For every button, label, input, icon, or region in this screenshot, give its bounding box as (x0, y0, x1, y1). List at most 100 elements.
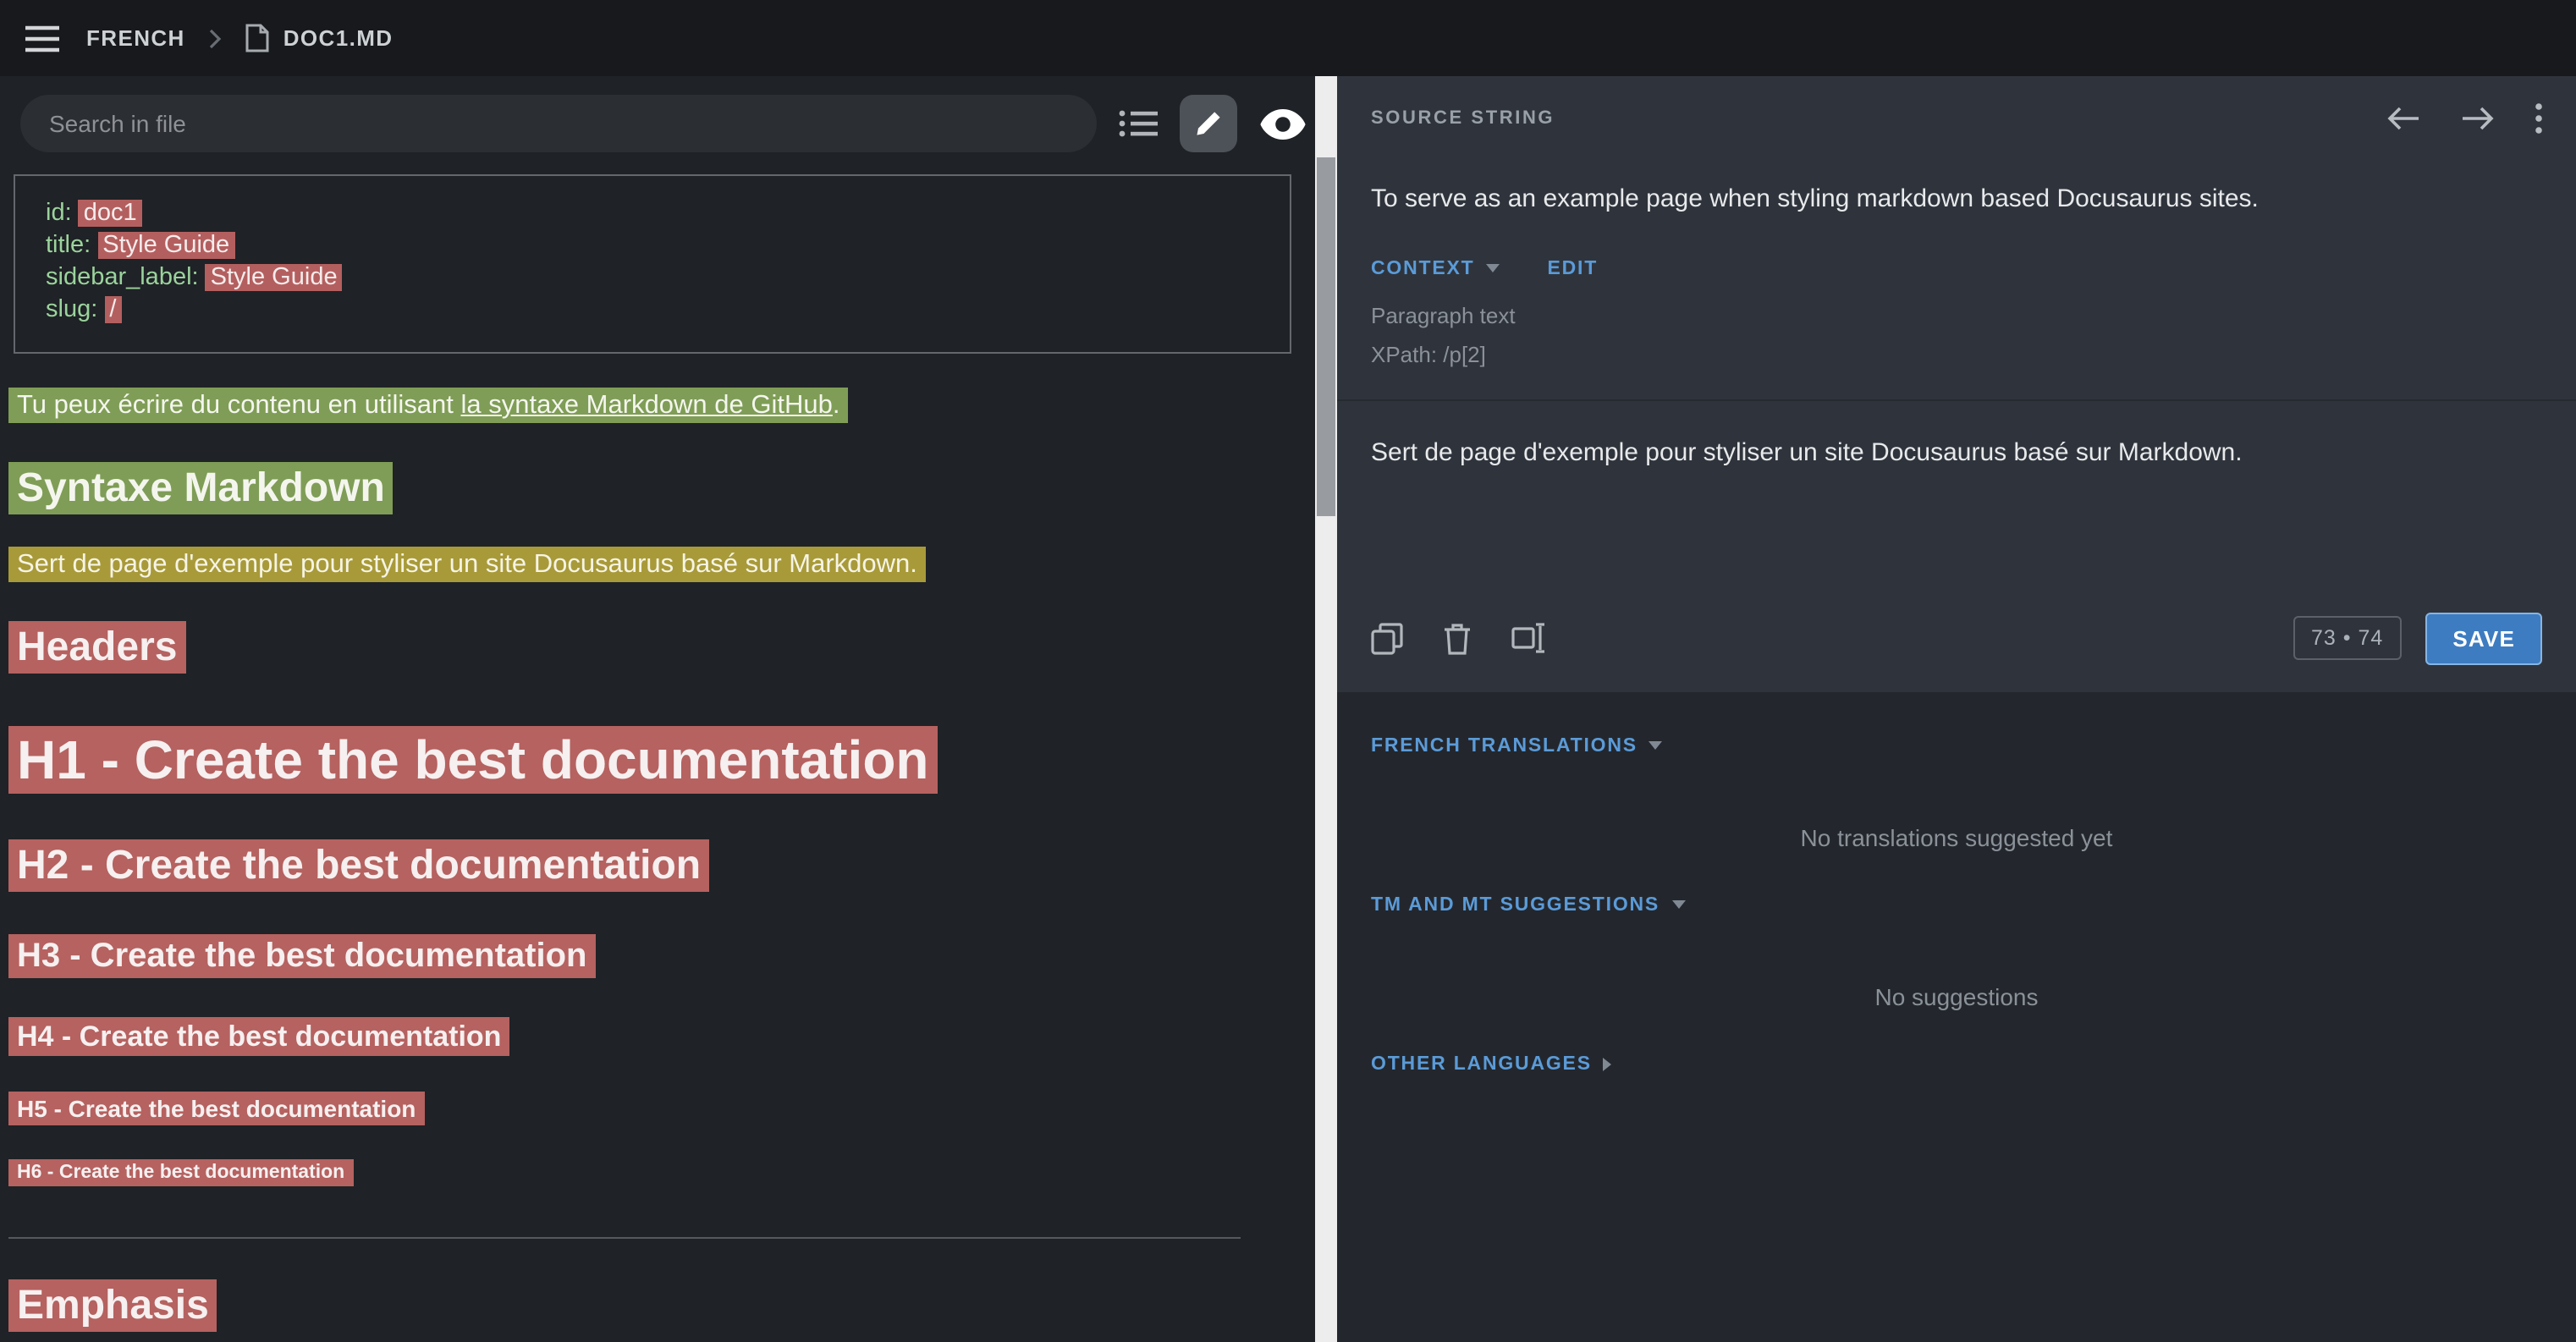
intro-paragraph: Tu peux écrire du contenu en utilisant l… (8, 391, 1286, 421)
trash-icon (1444, 623, 1471, 655)
translation-editor: Sert de page d'exemple pour styliser un … (1337, 399, 2576, 692)
previous-string-button[interactable] (2386, 107, 2420, 130)
string-highlight[interactable]: H4 - Create the best documentation (8, 1017, 509, 1056)
no-suggestions-message: No suggestions (1371, 983, 2542, 1010)
string-options-button[interactable] (2535, 103, 2542, 134)
french-translations-toggle[interactable]: FRENCH TRANSLATIONS (1371, 736, 1663, 756)
select-text-button[interactable] (1511, 624, 1545, 654)
list-icon (1119, 108, 1158, 139)
string-highlight[interactable]: Headers (8, 621, 185, 674)
frontmatter-block: id: doc1 title: Style Guide sidebar_labe… (14, 174, 1291, 354)
document-scrollbar[interactable] (1315, 76, 1337, 1342)
document-toolbar (0, 76, 1337, 169)
other-languages-header: OTHER LANGUAGES (1371, 1054, 2542, 1075)
clear-translation-button[interactable] (1444, 623, 1471, 655)
string-highlight[interactable]: H2 - Create the best documentation (8, 839, 709, 892)
header-sample-h5: H5 - Create the best documentation (8, 1095, 1286, 1122)
frontmatter-line: title: Style Guide (46, 230, 1259, 262)
scrollbar-thumb[interactable] (1317, 157, 1335, 516)
document-panel: id: doc1 title: Style Guide sidebar_labe… (0, 76, 1337, 1342)
breadcrumb-project[interactable]: FRENCH (86, 25, 185, 51)
next-string-button[interactable] (2461, 107, 2495, 130)
string-highlight[interactable]: Emphasis (8, 1279, 217, 1332)
main-area: id: doc1 title: Style Guide sidebar_labe… (0, 76, 2576, 1342)
save-button[interactable]: SAVE (2425, 613, 2542, 665)
pencil-icon (1195, 110, 1222, 137)
hamburger-menu-button[interactable] (25, 25, 59, 52)
edit-mode-button[interactable] (1180, 95, 1237, 152)
other-languages-toggle[interactable]: OTHER LANGUAGES (1371, 1054, 1612, 1075)
string-highlight[interactable]: H1 - Create the best documentation (8, 726, 938, 794)
string-highlight-active[interactable]: Sert de page d'exemple pour styliser un … (8, 547, 926, 582)
string-highlight[interactable]: H6 - Create the best documentation (8, 1159, 353, 1186)
header-sample-h3: H3 - Create the best documentation (8, 938, 1286, 976)
string-highlight[interactable]: doc1 (79, 200, 142, 227)
chevron-right-icon (1604, 1058, 1612, 1071)
string-highlight[interactable]: Style Guide (97, 232, 234, 259)
intro-text-end: . (833, 391, 840, 420)
markdown-preview: Tu peux écrire du contenu en utilisant l… (0, 391, 1337, 1342)
intro-text: Tu peux écrire du contenu en utilisant (17, 391, 460, 420)
markdown-link[interactable]: la syntaxe Markdown de GitHub (460, 391, 832, 420)
arrow-left-icon (2386, 107, 2420, 130)
chevron-down-icon (1649, 742, 1663, 751)
app-window: FRENCH DOC1.MD (0, 0, 2576, 1342)
context-xpath: XPath: /p[2] (1371, 342, 2542, 367)
editor-tools (1371, 623, 1545, 655)
header-sample-h4: H4 - Create the best documentation (8, 1020, 1286, 1054)
headers-heading: Headers (8, 624, 1286, 672)
french-translations-header: FRENCH TRANSLATIONS (1371, 736, 2542, 756)
string-highlight[interactable]: Syntaxe Markdown (8, 462, 394, 514)
arrow-right-icon (2461, 107, 2495, 130)
frontmatter-line: id: doc1 (46, 198, 1259, 230)
string-highlight[interactable]: H3 - Create the best documentation (8, 934, 595, 978)
syntax-heading: Syntaxe Markdown (8, 465, 1286, 513)
source-string-label: SOURCE STRING (1371, 108, 1555, 129)
context-row: CONTEXT EDIT (1371, 259, 2542, 279)
source-string-header: SOURCE STRING (1371, 76, 2542, 161)
source-string-section: SOURCE STRING To serve as an example (1337, 76, 2576, 692)
string-list-button[interactable] (1119, 108, 1158, 139)
chevron-down-icon (1487, 265, 1500, 273)
breadcrumb-file-label: DOC1.MD (283, 25, 394, 51)
copy-icon (1371, 623, 1403, 655)
tm-mt-header: TM AND MT SUGGESTIONS (1371, 895, 2542, 916)
yaml-key: title: (46, 232, 91, 259)
char-counter: 73 • 74 (2293, 617, 2402, 661)
editor-toolbar: 73 • 74 SAVE (1371, 602, 2542, 692)
suggestions-section: FRENCH TRANSLATIONS No translations sugg… (1337, 692, 2576, 1342)
french-translations-label: FRENCH TRANSLATIONS (1371, 736, 1638, 756)
other-languages-label: OTHER LANGUAGES (1371, 1054, 1592, 1075)
tm-mt-toggle[interactable]: TM AND MT SUGGESTIONS (1371, 895, 1685, 916)
header-sample-h2: H2 - Create the best documentation (8, 843, 1286, 890)
yaml-key: slug: (46, 296, 97, 323)
header-sample-h6: H6 - Create the best documentation (8, 1163, 1286, 1183)
string-nav-controls (2386, 103, 2542, 134)
chevron-down-icon (1671, 901, 1685, 910)
topbar: FRENCH DOC1.MD (0, 0, 2576, 76)
edit-context-button[interactable]: EDIT (1548, 259, 1599, 279)
translation-input[interactable]: Sert de page d'exemple pour styliser un … (1371, 435, 2542, 594)
tm-mt-label: TM AND MT SUGGESTIONS (1371, 895, 1660, 916)
breadcrumb-file[interactable]: DOC1.MD (246, 24, 394, 52)
frontmatter-line: slug: / (46, 294, 1259, 327)
text-cursor-box-icon (1511, 624, 1545, 654)
no-translations-message: No translations suggested yet (1371, 824, 2542, 851)
kebab-menu-icon (2535, 103, 2542, 134)
hamburger-icon (25, 25, 59, 52)
eye-icon (1259, 107, 1307, 140)
file-icon (246, 24, 270, 52)
translated-paragraph: Sert de page d'exemple pour styliser un … (8, 550, 1286, 580)
preview-mode-button[interactable] (1259, 107, 1307, 140)
string-highlight[interactable]: H5 - Create the best documentation (8, 1092, 424, 1125)
horizontal-rule (8, 1237, 1241, 1239)
string-highlight[interactable]: / (104, 296, 121, 323)
chevron-right-icon (209, 28, 223, 48)
search-input[interactable] (20, 95, 1097, 152)
string-highlight[interactable]: Style Guide (206, 264, 343, 291)
document-content: id: doc1 title: Style Guide sidebar_labe… (0, 174, 1337, 1342)
string-highlight[interactable]: Tu peux écrire du contenu en utilisant l… (8, 388, 848, 423)
translation-panel: SOURCE STRING To serve as an example (1337, 76, 2576, 1342)
copy-source-button[interactable] (1371, 623, 1403, 655)
context-toggle[interactable]: CONTEXT (1371, 259, 1500, 279)
